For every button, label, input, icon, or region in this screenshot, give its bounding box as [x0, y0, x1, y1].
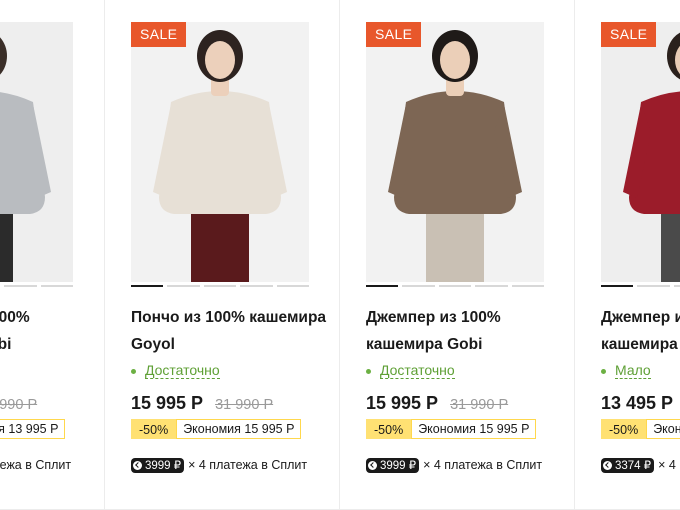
- savings-badge: Экономия 15 995 Р: [411, 419, 537, 439]
- product-title[interactable]: Джемпер из 100% кашемира: [601, 304, 680, 358]
- product-strip: SALE Джемпер из 100% кашемира Gobi Доста…: [0, 0, 680, 510]
- gallery-dot[interactable]: [167, 285, 200, 287]
- current-price: 15 995 Р: [366, 393, 439, 413]
- model-photo: [601, 22, 680, 282]
- model-photo: [131, 22, 309, 282]
- gallery-dot[interactable]: [601, 285, 634, 287]
- model-photo: [366, 22, 544, 282]
- discount-badges: -50% Экономия 15 995 Р: [131, 419, 302, 439]
- split-amount: 3999 ₽: [145, 460, 182, 472]
- gallery-dot[interactable]: [240, 285, 273, 287]
- stock-dot-icon: [366, 368, 371, 374]
- split-payment[interactable]: 3374 ₽ × 4 платежа в Сплит: [601, 456, 680, 474]
- stock-dot-icon: [601, 368, 606, 374]
- product-photo[interactable]: [0, 22, 73, 282]
- product-card[interactable]: SALE Джемпер из 100% кашемира Gobi Доста…: [0, 0, 104, 510]
- gallery-dot[interactable]: [438, 285, 472, 287]
- discount-badges: -50% Экономия 13 495 Р: [601, 419, 680, 439]
- old-price: 31 990 Р: [215, 397, 274, 413]
- split-text: × 4 платежа в Сплит: [658, 458, 680, 472]
- discount-badges: -50% Экономия 13 995 Р: [0, 419, 66, 439]
- product-card[interactable]: SALE Джемпер из 100% кашемира Мало 13 49…: [574, 0, 680, 510]
- split-payment[interactable]: 3999 ₽ × 4 платежа в Сплит: [366, 456, 542, 474]
- split-amount-pill: 3999 ₽: [366, 457, 420, 473]
- stock-label[interactable]: Достаточно: [145, 363, 220, 379]
- old-price: 31 990 Р: [450, 397, 509, 413]
- gallery-dot[interactable]: [402, 285, 435, 287]
- gallery-dot[interactable]: [475, 285, 508, 287]
- price-row: 15 995 Р 31 990 Р: [131, 393, 273, 417]
- stock-status: Достаточно: [366, 362, 455, 380]
- split-text: × 4 платежа в Сплит: [188, 458, 308, 472]
- split-text: × 4 платежа в Сплит: [423, 458, 543, 472]
- split-payment[interactable]: 3999 ₽ × 4 платежа в Сплит: [131, 456, 307, 474]
- gallery-indicator: [0, 285, 74, 287]
- savings-badge: Экономия 13 995 Р: [0, 419, 66, 439]
- price-row: 15 995 Р 31 990 Р: [366, 393, 508, 417]
- gallery-indicator: [366, 285, 545, 287]
- gallery-dot[interactable]: [637, 285, 670, 287]
- discount-badge: -50%: [131, 419, 177, 439]
- gallery-indicator: [601, 285, 680, 287]
- product-title[interactable]: Джемпер из 100% кашемира Gobi: [0, 304, 95, 358]
- discount-badge: -50%: [366, 419, 412, 439]
- split-amount: 3999 ₽: [380, 460, 417, 472]
- product-title[interactable]: Джемпер из 100% кашемира Gobi: [366, 304, 566, 358]
- stock-status: Мало: [601, 362, 651, 380]
- price-row: 13 495 Р 26 990 Р: [601, 393, 680, 417]
- sale-badge: SALE: [131, 22, 187, 47]
- product-carousel-viewport: SALE Джемпер из 100% кашемира Gobi Доста…: [0, 0, 680, 510]
- gallery-dot[interactable]: [276, 285, 310, 287]
- product-photo[interactable]: [601, 22, 680, 282]
- gallery-indicator: [131, 285, 310, 287]
- gallery-dot[interactable]: [366, 285, 399, 287]
- old-price: 31 990 Р: [0, 397, 38, 413]
- stock-status: Достаточно: [131, 362, 220, 380]
- savings-badge: Экономия 13 495 Р: [646, 419, 680, 439]
- current-price: 13 495 Р: [601, 393, 674, 413]
- gallery-dot[interactable]: [40, 285, 74, 287]
- price-row: 15 995 Р 31 990 Р: [0, 393, 37, 417]
- stock-label[interactable]: Достаточно: [380, 363, 455, 379]
- savings-badge: Экономия 15 995 Р: [176, 419, 302, 439]
- gallery-dot[interactable]: [203, 285, 237, 287]
- sale-badge: SALE: [601, 22, 657, 47]
- stock-dot-icon: [131, 368, 136, 374]
- split-logo-icon: [368, 460, 377, 470]
- product-card[interactable]: SALE Пончо из 100% кашемира Goyol Достат…: [104, 0, 339, 510]
- product-photo[interactable]: [131, 22, 309, 282]
- split-logo-icon: [133, 460, 142, 470]
- sale-badge: SALE: [366, 22, 422, 47]
- split-amount-pill: 3374 ₽: [601, 457, 655, 473]
- split-logo-icon: [603, 460, 612, 470]
- gallery-dot[interactable]: [131, 285, 164, 287]
- model-photo: [0, 22, 73, 282]
- gallery-dot[interactable]: [4, 285, 37, 287]
- split-amount-pill: 3999 ₽: [131, 457, 185, 473]
- product-photo[interactable]: [366, 22, 544, 282]
- product-card[interactable]: SALE Джемпер из 100% кашемира Gobi Доста…: [339, 0, 574, 510]
- stock-label[interactable]: Мало: [615, 363, 651, 379]
- split-amount: 3374 ₽: [615, 460, 652, 472]
- product-title[interactable]: Пончо из 100% кашемира Goyol: [131, 304, 331, 358]
- discount-badges: -50% Экономия 15 995 Р: [366, 419, 537, 439]
- gallery-dot[interactable]: [673, 285, 680, 287]
- split-payment[interactable]: 3999 ₽ × 4 платежа в Сплит: [0, 456, 71, 474]
- split-text: × 4 платежа в Сплит: [0, 458, 72, 472]
- current-price: 15 995 Р: [131, 393, 204, 413]
- gallery-dot[interactable]: [511, 285, 545, 287]
- discount-badge: -50%: [601, 419, 647, 439]
